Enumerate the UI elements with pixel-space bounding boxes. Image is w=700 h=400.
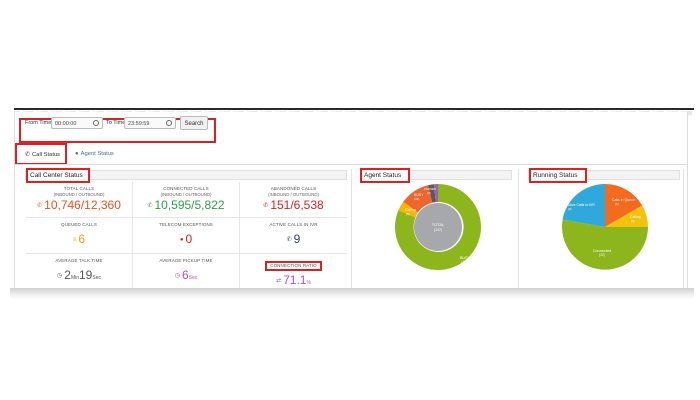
queue-icon: ≡ xyxy=(72,236,77,243)
tab-agent-status-label: Agent Status xyxy=(80,151,114,157)
stat-title: QUEUED CALLS xyxy=(61,222,97,227)
phone-icon: ✆ xyxy=(286,236,292,243)
panel-separator xyxy=(683,169,684,290)
running-status-pie: Connected (22) Active Calls in IVR (9) C… xyxy=(562,183,648,270)
stat-connection-ratio: CONNECTION RATIO ⇄ 71.1% xyxy=(240,254,347,290)
stat-value-minutes: 2 xyxy=(64,268,71,282)
stat-title: AVERAGE PICKUP TIME xyxy=(159,258,213,263)
stat-value: 10,746/12,360 xyxy=(44,198,121,212)
stat-title: TELECOM EXCEPTIONS xyxy=(159,222,213,227)
stat-value-seconds: 19 xyxy=(79,268,93,282)
running-ivr-value: (9) xyxy=(568,207,572,211)
agent-paused-value: (3) xyxy=(427,191,431,195)
agent-total-center xyxy=(414,203,462,251)
stat-subtitle: (INBOUND / OUTBOUND) xyxy=(53,192,105,197)
from-time-value: 00:00:00 xyxy=(55,121,77,127)
tab-divider xyxy=(15,164,687,165)
clock-icon: ◷ xyxy=(57,272,63,279)
stat-unit-minutes: Min xyxy=(70,275,79,281)
stat-subtitle: (INBOUND / OUTBOUND) xyxy=(268,192,319,197)
tab-call-status[interactable]: ✆ Call Status xyxy=(25,151,60,158)
call-stats-grid: TOTAL CALLS (INBOUND / OUTBOUND) ✆ 10,746… xyxy=(26,182,348,290)
stat-active-calls-ivr: ACTIVE CALLS IN IVR ✆ 9 xyxy=(240,218,347,254)
user-icon: ● xyxy=(75,151,79,157)
running-calling-value: (6) xyxy=(631,219,635,223)
stat-unit: % xyxy=(306,280,311,286)
agent-status-text: Agent Status xyxy=(364,172,402,179)
ratio-icon: ⇄ xyxy=(276,277,282,284)
phone-icon: ✆ xyxy=(147,202,153,209)
agent-total-label: TOTAL xyxy=(432,222,445,227)
stat-value-row: ◷ 2Min19Sec xyxy=(26,268,132,285)
dashboard-frame: From Time 00:00:00 To Time 23:59:59 Sear… xyxy=(14,112,688,290)
stat-title: CONNECTION RATIO xyxy=(265,261,322,271)
phone-icon: ✆ xyxy=(25,152,31,158)
to-time-input[interactable]: 23:59:59 xyxy=(124,117,176,129)
exclamation-icon: ● xyxy=(179,236,184,243)
stat-subtitle: (INBOUND / OUTBOUND) xyxy=(160,192,212,197)
clock-icon[interactable] xyxy=(166,120,172,126)
stat-queued-calls: QUEUED CALLS ≡ 6 xyxy=(26,218,133,254)
running-segment-connected[interactable] xyxy=(562,219,648,270)
stat-value: 71.1 xyxy=(283,273,307,287)
running-status-text: Running Status xyxy=(533,172,578,179)
stat-unit-seconds: Sec xyxy=(92,275,101,281)
panel-separator xyxy=(518,169,519,290)
stat-value-row: ✆ 10,595/5,822 xyxy=(133,198,239,213)
stat-value-row: ✆ 9 xyxy=(240,232,347,247)
window-top-edge xyxy=(14,108,694,110)
clock-icon[interactable] xyxy=(93,120,99,126)
stat-total-calls: TOTAL CALLS (INBOUND / OUTBOUND) ✆ 10,746… xyxy=(26,182,133,218)
stat-value: 151/6,538 xyxy=(270,198,324,212)
stat-telecom-exceptions: TELECOM EXCEPTIONS ● 0 xyxy=(133,218,240,254)
agent-calling-value: (6) xyxy=(406,212,410,216)
to-time-value: 23:59:59 xyxy=(128,121,150,127)
clock-icon: ◷ xyxy=(174,272,180,279)
stat-value: 10,595/5,822 xyxy=(154,198,225,212)
phone-icon: ✆ xyxy=(263,202,269,209)
agent-status-donut: TOTAL (147) BUSY (113) Calling (6) BUSY … xyxy=(394,184,481,270)
agent-busy2-value: (22) xyxy=(414,197,419,201)
stat-title: AVERAGE TALK TIME xyxy=(55,258,103,263)
stat-value: 6 xyxy=(181,268,189,282)
running-status-title: Running Status xyxy=(529,168,587,183)
stat-value-row: ✆ 151/6,538 xyxy=(240,198,347,213)
agent-status-title: Agent Status xyxy=(360,168,410,183)
to-time-label: To Time xyxy=(106,120,126,126)
stat-value-row: ◷ 6Sec xyxy=(133,268,239,285)
stat-average-talk-time: AVERAGE TALK TIME ◷ 2Min19Sec xyxy=(26,254,133,290)
stat-average-pickup-time: AVERAGE PICKUP TIME ◷ 6Sec xyxy=(133,254,240,290)
stat-connected-calls: CONNECTED CALLS (INBOUND / OUTBOUND) ✆ 10… xyxy=(133,182,240,218)
running-connected-value: (22) xyxy=(599,253,605,257)
panel-separator xyxy=(351,169,352,290)
stat-value-row: ✆ 10,746/12,360 xyxy=(26,198,132,213)
running-status-chart: Connected (22) Active Calls in IVR (9) C… xyxy=(560,182,650,277)
stat-abandoned-calls: ABANDONED CALLS (INBOUND / OUTBOUND) ✆ 15… xyxy=(240,182,347,218)
stat-title: ACTIVE CALLS IN IVR xyxy=(269,222,318,227)
agent-status-chart: TOTAL (147) BUSY (113) Calling (6) BUSY … xyxy=(393,182,483,277)
stat-value-row: ● 0 xyxy=(133,232,239,247)
stat-value: 9 xyxy=(293,232,301,246)
stat-value: 6 xyxy=(78,232,86,246)
from-time-input[interactable]: 00:00:00 xyxy=(51,117,103,129)
agent-total-value: (147) xyxy=(434,228,442,232)
stat-value: 0 xyxy=(185,232,193,246)
tab-agent-status[interactable]: ● Agent Status xyxy=(75,151,114,157)
stat-value-row: ≡ 6 xyxy=(26,232,132,247)
running-queue-value: (6) xyxy=(615,202,619,206)
stat-unit: Sec xyxy=(188,275,198,281)
search-button[interactable]: Search xyxy=(180,116,208,130)
frame-bottom-shadow xyxy=(10,288,694,300)
call-center-status-title: Call Center Status xyxy=(26,168,90,183)
tab-call-status-label: Call Status xyxy=(32,152,61,158)
from-time-label: From Time xyxy=(25,120,52,126)
agent-busy-value: (113) xyxy=(461,260,468,264)
call-center-status-text: Call Center Status xyxy=(30,172,83,179)
phone-icon: ✆ xyxy=(37,202,43,209)
